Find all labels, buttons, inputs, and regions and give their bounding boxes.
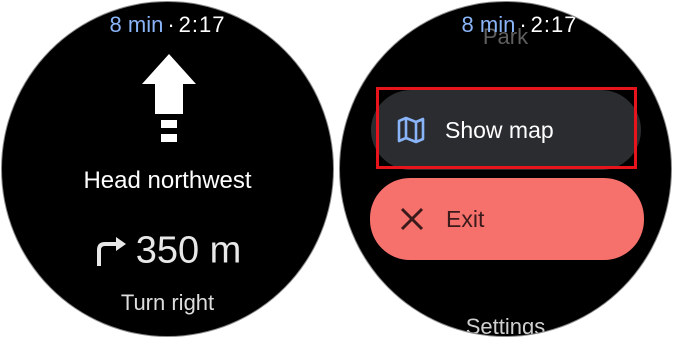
next-maneuver: 350 m — [2, 228, 333, 272]
status-bar: 8 min · 2:17 — [2, 12, 333, 38]
clock-time: 2:17 — [530, 12, 578, 37]
exit-label: Exit — [446, 205, 485, 232]
show-map-button[interactable]: Show map — [371, 90, 641, 170]
clock-time: 2:17 — [178, 12, 226, 37]
menu-watch-screen: Park 8 min · 2:17 Show map Exit Settings — [339, 1, 672, 337]
maneuver-instruction: Head northwest — [83, 167, 252, 194]
eta-text: 8 min — [461, 12, 516, 37]
map-icon — [397, 116, 425, 144]
settings-item[interactable]: Settings — [340, 314, 671, 336]
screenshot-stage: 8 min · 2:17 Head northwest 350 m Turn rig… — [0, 0, 675, 338]
close-icon — [400, 207, 424, 231]
status-separator: · — [519, 12, 527, 37]
next-maneuver-label: Turn right — [120, 290, 215, 315]
status-separator: · — [167, 12, 175, 37]
show-map-label: Show map — [445, 116, 554, 143]
navigation-watch-screen: 8 min · 2:17 Head northwest 350 m Turn rig… — [1, 1, 334, 337]
eta-text: 8 min — [109, 12, 164, 37]
exit-button[interactable]: Exit — [370, 178, 644, 260]
next-distance: 350 m — [135, 229, 242, 272]
status-bar: 8 min · 2:17 — [354, 12, 671, 38]
straight-arrow-icon — [142, 54, 196, 142]
turn-right-icon — [96, 236, 126, 266]
